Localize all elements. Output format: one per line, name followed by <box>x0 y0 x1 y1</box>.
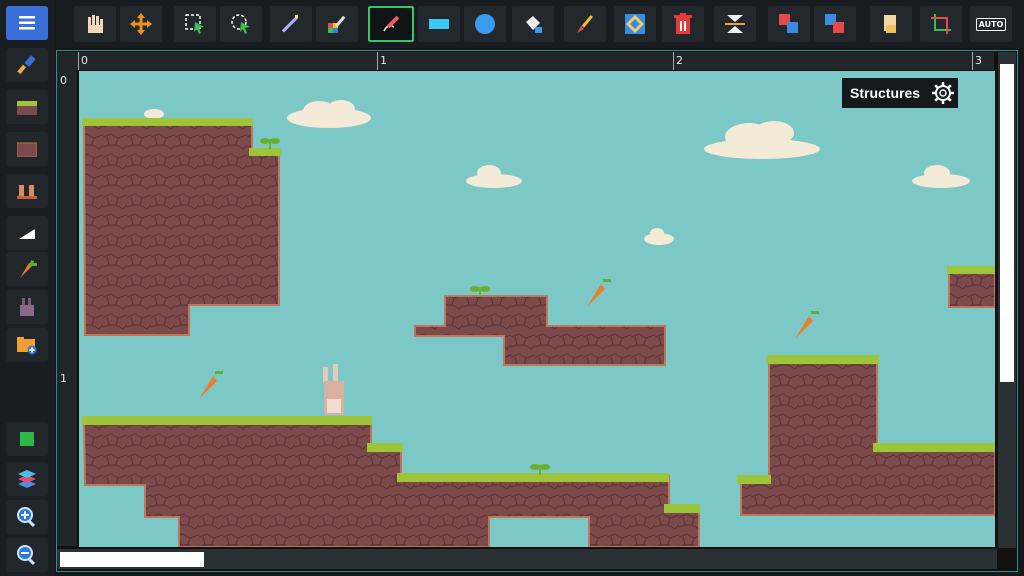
paint-bucket-icon <box>526 16 542 33</box>
move-tool-button[interactable] <box>120 6 162 42</box>
crop-tool-button[interactable] <box>920 6 962 42</box>
cloud <box>144 109 164 119</box>
zoom-in-icon <box>17 507 36 528</box>
folder-add-button[interactable] <box>6 328 48 362</box>
top-toolbar: AUTO <box>56 0 1024 48</box>
rect-select-icon <box>185 14 204 34</box>
paintbrush-tool-button[interactable] <box>564 6 606 42</box>
floating-platform <box>414 295 666 366</box>
ruler-left-label: 0 <box>60 74 67 87</box>
ground <box>82 416 700 547</box>
cliff-left <box>82 118 281 336</box>
ruler-corner <box>57 52 78 70</box>
magic-wand-tool-button[interactable] <box>270 6 312 42</box>
horizontal-scroll-thumb[interactable] <box>60 552 204 567</box>
lasso-select-tool-button[interactable] <box>220 6 262 42</box>
green-square-button[interactable] <box>6 422 48 456</box>
paste-layer-tool-button[interactable] <box>814 6 856 42</box>
trash-icon <box>674 13 692 34</box>
right-ledge <box>947 266 995 308</box>
stamp-icon <box>884 15 896 33</box>
carrot-pickup <box>587 279 611 307</box>
copy-layer-icon <box>779 14 798 33</box>
left-sidebar <box>0 0 54 576</box>
layers-button[interactable] <box>6 462 48 496</box>
bunny-player <box>323 364 344 415</box>
cloud <box>287 100 371 128</box>
auto-tool-button[interactable]: AUTO <box>970 6 1012 42</box>
rect-select-tool-button[interactable] <box>174 6 216 42</box>
grass-tile-icon <box>17 101 37 115</box>
level-canvas[interactable] <box>79 71 995 547</box>
hand-icon <box>88 15 103 33</box>
carrot-pickup <box>795 311 819 339</box>
cloud <box>466 165 522 188</box>
magic-wand-icon <box>281 15 299 33</box>
pillars-button[interactable] <box>6 174 48 208</box>
ruler-left: 0 1 <box>57 70 77 546</box>
random-tiles-icon <box>625 14 645 34</box>
flip-tool-button[interactable] <box>714 6 756 42</box>
structures-title: Structures <box>850 85 921 101</box>
level-scene <box>82 100 995 547</box>
carrot-pickup <box>199 371 223 399</box>
flip-vertical-icon <box>725 15 745 33</box>
bunny-button[interactable] <box>6 290 48 324</box>
hand-tool-button[interactable] <box>74 6 116 42</box>
rectangle-tool-button[interactable] <box>418 6 460 42</box>
structures-label[interactable]: Structures <box>842 78 929 108</box>
dirt-tile-icon <box>17 142 37 157</box>
cloud <box>644 228 674 245</box>
slope-icon <box>19 229 35 239</box>
cloud <box>912 165 970 188</box>
move-arrows-icon <box>130 13 152 35</box>
green-square-icon <box>20 432 34 446</box>
ruler-top-label: 3 <box>975 54 982 67</box>
zoom-out-button[interactable] <box>6 538 48 572</box>
ruler-left-label: 1 <box>60 372 67 385</box>
pencil-tool-button[interactable] <box>368 6 414 42</box>
paintbrush-icon <box>577 14 594 33</box>
stamp-tool-button[interactable] <box>870 6 912 42</box>
ruler-top-label: 0 <box>81 54 88 67</box>
menu-button[interactable] <box>6 6 48 40</box>
brush-icon <box>17 55 36 75</box>
zoom-in-button[interactable] <box>6 500 48 534</box>
copy-layer-tool-button[interactable] <box>768 6 810 42</box>
crop-icon <box>931 14 951 34</box>
brush-button[interactable] <box>6 48 48 82</box>
color-picker-tool-button[interactable] <box>316 6 358 42</box>
rectangle-icon <box>429 19 449 29</box>
right-block <box>737 355 995 516</box>
grass-tile-button[interactable] <box>6 90 48 124</box>
folder-add-icon <box>17 337 37 355</box>
layers-icon <box>18 470 36 488</box>
auto-icon: AUTO <box>975 17 1007 31</box>
structures-settings-button[interactable] <box>928 78 958 108</box>
circle-icon <box>475 14 495 34</box>
delete-tool-button[interactable] <box>662 6 704 42</box>
vertical-scroll-thumb[interactable] <box>1000 64 1014 382</box>
menu-icon <box>19 16 35 30</box>
carrot-button[interactable] <box>6 252 48 286</box>
bunny-icon <box>20 298 34 316</box>
sprout <box>260 138 280 149</box>
fill-tool-button[interactable] <box>512 6 554 42</box>
cloud <box>704 121 820 159</box>
dirt-tile-button[interactable] <box>6 132 48 166</box>
slope-button[interactable] <box>6 216 48 250</box>
ruler-top-label: 1 <box>380 54 387 67</box>
pillars-icon <box>17 185 37 199</box>
paste-layer-icon <box>825 14 844 33</box>
carrot-icon <box>20 259 37 278</box>
pencil-icon <box>383 15 400 32</box>
ruler-top-label: 2 <box>676 54 683 67</box>
zoom-out-icon <box>17 545 36 566</box>
random-tiles-tool-button[interactable] <box>614 6 656 42</box>
gear-icon <box>932 82 954 104</box>
circle-tool-button[interactable] <box>464 6 506 42</box>
color-picker-icon <box>328 15 346 33</box>
lasso-select-icon <box>231 14 250 34</box>
ruler-top: 0 1 2 3 <box>78 52 994 70</box>
